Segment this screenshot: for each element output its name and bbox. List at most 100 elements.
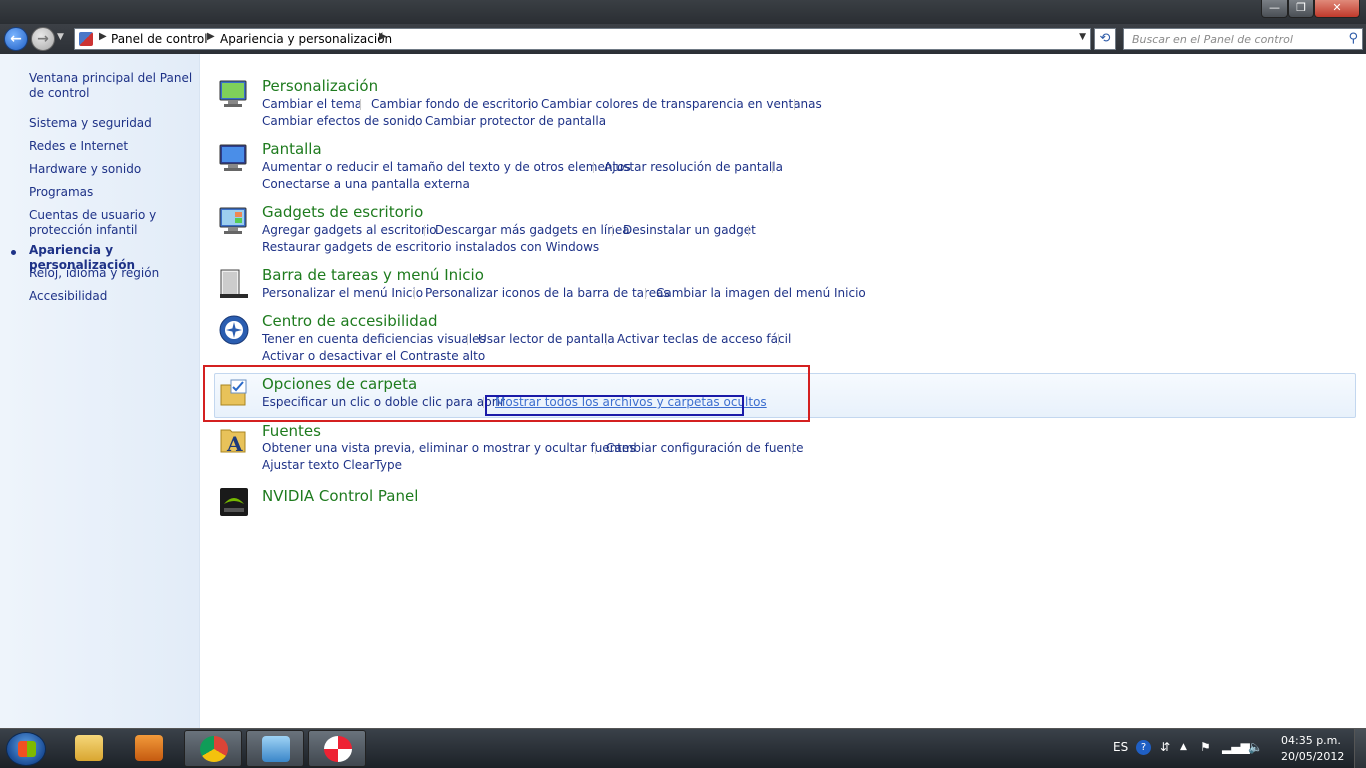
link-separator <box>645 288 646 299</box>
link-visual-impairments[interactable]: Tener en cuenta deficiencias visuales <box>262 332 486 346</box>
link-change-transparency[interactable]: Cambiar colores de transparencia en vent… <box>541 97 822 111</box>
show-desktop-button[interactable] <box>1354 729 1366 768</box>
sidebar-item-hardware[interactable]: Hardware y sonido <box>29 162 194 177</box>
show-hidden-icons-icon[interactable]: ▲ <box>1180 742 1187 752</box>
taskbar-control-panel[interactable] <box>246 730 304 767</box>
forward-button[interactable]: → <box>31 27 55 51</box>
link-separator <box>530 99 531 110</box>
gadgets-icon[interactable] <box>218 205 250 237</box>
sidebar-item-clock-language[interactable]: Reloj, idioma y región <box>29 266 194 281</box>
category-title-accessibility[interactable]: Centro de accesibilidad <box>262 312 438 330</box>
search-input[interactable]: Buscar en el Panel de control ⚲ <box>1123 28 1363 50</box>
personalization-icon[interactable] <box>218 78 250 110</box>
fonts-icon[interactable]: A <box>218 424 250 456</box>
control-panel-icon <box>262 736 290 762</box>
sidebar-item-control-panel-home[interactable]: Ventana principal del Panel de control <box>29 71 194 101</box>
nvidia-icon[interactable] <box>218 486 250 518</box>
link-separator <box>748 225 749 236</box>
sidebar-item-programs[interactable]: Programas <box>29 185 194 200</box>
sidebar: Ventana principal del Panel de control S… <box>0 54 200 728</box>
refresh-button[interactable]: ⟲ <box>1094 28 1116 50</box>
search-placeholder: Buscar en el Panel de control <box>1132 33 1293 46</box>
taskbar-app[interactable] <box>308 730 366 767</box>
highlight-blue-box <box>485 395 744 416</box>
back-button[interactable]: ← <box>4 27 28 51</box>
language-indicator[interactable]: ES <box>1113 740 1128 754</box>
title-bar: — ❐ ✕ <box>0 0 1366 24</box>
clock-time[interactable]: 04:35 p.m. <box>1281 734 1341 747</box>
link-add-gadgets[interactable]: Agregar gadgets al escritorio <box>262 223 437 237</box>
link-screen-resolution[interactable]: Ajustar resolución de pantalla <box>604 160 783 174</box>
sidebar-item-system-security[interactable]: Sistema y seguridad <box>29 116 194 131</box>
control-panel-icon <box>79 32 93 46</box>
chevron-right-icon[interactable]: ▶ <box>207 31 215 42</box>
network-icon[interactable]: ▂▄▆ <box>1222 740 1250 754</box>
link-screensaver[interactable]: Cambiar protector de pantalla <box>425 114 606 128</box>
taskbar-chrome[interactable] <box>184 730 242 767</box>
search-icon[interactable]: ⚲ <box>1348 31 1358 46</box>
category-title-personalization[interactable]: Personalización <box>262 77 378 95</box>
link-sticky-keys[interactable]: Activar teclas de acceso fácil <box>617 332 791 346</box>
link-customize-start-menu[interactable]: Personalizar el menú Inicio <box>262 286 423 300</box>
help-icon[interactable]: ? <box>1136 740 1151 755</box>
link-screen-reader[interactable]: Usar lector de pantalla <box>478 332 615 346</box>
breadcrumb-control-panel[interactable]: Panel de control <box>111 32 208 46</box>
volume-icon[interactable]: 🔈 <box>1248 740 1263 754</box>
link-change-start-image[interactable]: Cambiar la imagen del menú Inicio <box>656 286 866 300</box>
link-separator <box>772 162 773 173</box>
link-separator <box>414 288 415 299</box>
action-center-icon[interactable]: ⚑ <box>1200 740 1211 754</box>
link-separator <box>606 334 607 345</box>
clock-date[interactable]: 20/05/2012 <box>1281 750 1344 763</box>
sidebar-item-user-accounts[interactable]: Cuentas de usuario y protección infantil <box>29 208 194 238</box>
recent-pages-dropdown-icon[interactable]: ▼ <box>57 32 64 42</box>
app-icon <box>324 736 352 762</box>
link-font-settings[interactable]: Cambiar configuración de fuente <box>606 441 804 455</box>
link-separator <box>414 116 415 127</box>
link-download-gadgets[interactable]: Descargar más gadgets en línea <box>435 223 630 237</box>
usb-icon[interactable]: ⇵ <box>1160 740 1170 754</box>
active-bullet-icon <box>11 250 16 255</box>
media-player-icon <box>135 735 163 761</box>
taskbar-icon[interactable] <box>218 268 250 300</box>
taskbar-explorer[interactable] <box>60 730 118 767</box>
minimize-button[interactable]: — <box>1261 0 1288 18</box>
address-dropdown-icon[interactable]: ▼ <box>1079 32 1086 42</box>
main-content: Personalización Cambiar el tema Cambiar … <box>201 54 1366 728</box>
accessibility-icon[interactable] <box>218 314 250 346</box>
link-customize-taskbar-icons[interactable]: Personalizar iconos de la barra de tarea… <box>425 286 670 300</box>
link-high-contrast[interactable]: Activar o desactivar el Contraste alto <box>262 349 485 363</box>
maximize-button[interactable]: ❐ <box>1288 0 1314 18</box>
category-title-taskbar[interactable]: Barra de tareas y menú Inicio <box>262 266 484 284</box>
start-button[interactable] <box>6 732 46 766</box>
link-cleartype[interactable]: Ajustar texto ClearType <box>262 458 402 472</box>
category-title-display[interactable]: Pantalla <box>262 140 322 158</box>
link-separator <box>595 443 596 454</box>
link-change-background[interactable]: Cambiar fondo de escritorio <box>371 97 538 111</box>
display-icon[interactable] <box>218 142 250 174</box>
chevron-right-icon[interactable]: ▶ <box>99 31 107 42</box>
close-button[interactable]: ✕ <box>1314 0 1360 18</box>
sidebar-item-network[interactable]: Redes e Internet <box>29 139 194 154</box>
link-external-display[interactable]: Conectarse a una pantalla externa <box>262 177 470 191</box>
category-title-nvidia[interactable]: NVIDIA Control Panel <box>262 487 418 505</box>
sidebar-item-accessibility[interactable]: Accesibilidad <box>29 289 194 304</box>
navigation-bar: ← → ▼ ▶ Panel de control ▶ Apariencia y … <box>0 24 1366 54</box>
link-sound-effects[interactable]: Cambiar efectos de sonido <box>262 114 422 128</box>
breadcrumb-appearance[interactable]: Apariencia y personalización <box>220 32 392 46</box>
taskbar: ES ? ⇵ ▲ ⚑ ▂▄▆ 🔈 04:35 p.m. 20/05/2012 <box>0 728 1366 768</box>
category-title-gadgets[interactable]: Gadgets de escritorio <box>262 203 423 221</box>
category-title-fonts[interactable]: Fuentes <box>262 422 321 440</box>
taskbar-media-player[interactable] <box>120 730 178 767</box>
link-change-theme[interactable]: Cambiar el tema <box>262 97 362 111</box>
chevron-right-icon[interactable]: ▶ <box>379 31 387 42</box>
link-text-size[interactable]: Aumentar o reducir el tamaño del texto y… <box>262 160 631 174</box>
link-separator <box>360 99 361 110</box>
address-bar[interactable]: ▶ Panel de control ▶ Apariencia y person… <box>74 28 1091 50</box>
link-restore-gadgets[interactable]: Restaurar gadgets de escritorio instalad… <box>262 240 599 254</box>
link-separator <box>612 225 613 236</box>
link-separator <box>794 99 795 110</box>
link-uninstall-gadget[interactable]: Desinstalar un gadget <box>623 223 756 237</box>
link-preview-fonts[interactable]: Obtener una vista previa, eliminar o mos… <box>262 441 636 455</box>
svg-text:A: A <box>226 432 243 456</box>
